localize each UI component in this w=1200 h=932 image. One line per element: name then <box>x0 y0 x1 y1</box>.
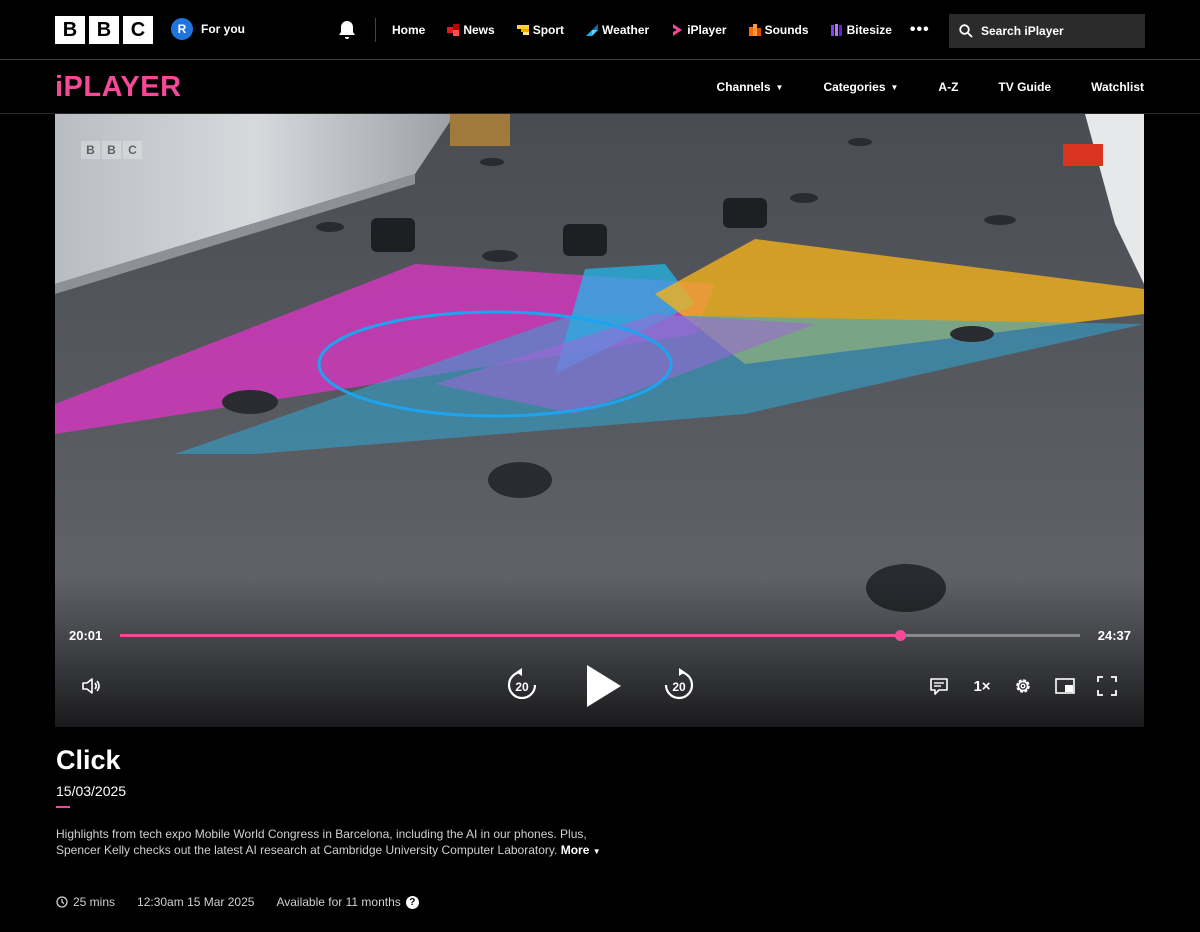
programme-meta: 25 mins 12:30am 15 Mar 2025 Available fo… <box>56 895 441 909</box>
settings-button[interactable] <box>1011 674 1035 698</box>
rewind-20-button[interactable]: 20 <box>504 667 540 703</box>
bbc-logo-block: B <box>55 16 85 44</box>
progress-fill <box>120 634 901 637</box>
nav-item-iplayer[interactable]: iPlayer <box>671 23 727 37</box>
nav-a-z[interactable]: A-Z <box>938 80 958 94</box>
current-time: 20:01 <box>69 628 103 643</box>
video-player[interactable]: B B C 20:01 24:37 20 20 1× <box>55 114 1144 727</box>
iplayer-nav: Channels ▼ Categories ▼ A-Z TV Guide Wat… <box>717 60 1144 114</box>
nav-categories-dropdown[interactable]: Categories ▼ <box>823 80 898 94</box>
play-icon <box>587 665 621 707</box>
programme-title: Click <box>56 745 121 775</box>
broadcast-text: 12:30am 15 Mar 2025 <box>137 895 255 909</box>
progress-bar[interactable] <box>120 630 1080 641</box>
forward-seconds: 20 <box>672 680 686 694</box>
subtitles-icon <box>930 678 948 695</box>
subtitles-button[interactable] <box>927 674 951 698</box>
bbc-logo-block: C <box>123 16 153 44</box>
nav-item-home[interactable]: Home <box>392 23 425 37</box>
watermark-block: B <box>81 141 100 159</box>
nav-item-news[interactable]: News <box>447 23 495 37</box>
caret-down-icon: ▼ <box>775 82 784 92</box>
nav-item-weather[interactable]: Weather <box>586 23 649 37</box>
for-you-label: For you <box>201 22 245 36</box>
nav-item-label: TV Guide <box>998 80 1052 94</box>
gear-icon <box>1016 679 1030 693</box>
meta-availability: Available for 11 months ? <box>276 895 419 909</box>
nav-item-label: Weather <box>602 23 650 37</box>
clock-icon <box>56 896 68 908</box>
duration: 24:37 <box>1097 628 1131 643</box>
picture-in-picture-button[interactable] <box>1053 674 1077 698</box>
account-for-you-link[interactable]: R For you <box>171 18 245 40</box>
nav-item-label: Sounds <box>764 23 809 37</box>
nav-item-label: Watchlist <box>1091 80 1144 94</box>
weather-icon <box>586 24 599 36</box>
nav-item-label: Bitesize <box>846 23 892 37</box>
more-menu-button[interactable]: ••• <box>910 21 930 39</box>
nav-watchlist[interactable]: Watchlist <box>1091 80 1144 94</box>
volume-button[interactable] <box>79 674 103 698</box>
nav-item-sounds[interactable]: Sounds <box>748 23 809 37</box>
picture-in-picture-icon <box>1055 678 1075 694</box>
meta-duration: 25 mins <box>56 895 115 909</box>
watermark-block: B <box>102 141 121 159</box>
search-box[interactable] <box>949 14 1145 48</box>
availability-text: Available for 11 months <box>276 895 401 909</box>
fullscreen-icon <box>1097 676 1117 696</box>
forward-20-button[interactable]: 20 <box>661 667 697 703</box>
nav-item-bitesize[interactable]: Bitesize <box>830 23 892 37</box>
playback-speed-button[interactable]: 1× <box>967 674 997 698</box>
sounds-icon <box>748 24 761 36</box>
search-input[interactable] <box>981 24 1131 38</box>
synopsis-text: Highlights from tech expo Mobile World C… <box>56 827 587 857</box>
programme-synopsis: Highlights from tech expo Mobile World C… <box>56 826 616 860</box>
rewind-seconds: 20 <box>515 680 529 694</box>
nav-item-label: Categories <box>823 80 886 94</box>
bbc-global-header: B B C R For you Home News Sport Weather … <box>0 0 1200 60</box>
nav-item-label: Sport <box>532 23 565 37</box>
avatar: R <box>171 18 193 40</box>
help-icon[interactable]: ? <box>405 895 419 909</box>
nav-divider <box>375 18 376 42</box>
nav-item-label: iPlayer <box>687 23 727 37</box>
search-icon <box>959 24 973 38</box>
speaker-icon <box>82 678 100 694</box>
meta-broadcast: 12:30am 15 Mar 2025 <box>137 895 254 909</box>
nav-item-sport[interactable]: Sport <box>516 23 565 37</box>
nav-tv-guide[interactable]: TV Guide <box>998 80 1051 94</box>
nav-item-label: Home <box>392 23 426 37</box>
play-button[interactable] <box>581 662 625 710</box>
nav-item-label: News <box>463 23 495 37</box>
bbc-global-nav: Home News Sport Weather iPlayer Sounds B… <box>392 0 952 60</box>
caret-down-icon: ▼ <box>592 847 601 856</box>
duration-text: 25 mins <box>73 895 116 909</box>
caret-down-icon: ▼ <box>890 82 899 92</box>
iplayer-header: iPLAYER Channels ▼ Categories ▼ A-Z TV G… <box>0 60 1200 114</box>
sport-icon <box>516 24 529 36</box>
bbc-watermark: B B C <box>81 141 142 159</box>
news-icon <box>447 24 460 36</box>
date-underline <box>56 806 70 808</box>
bbc-logo-block: B <box>89 16 119 44</box>
iplayer-logo[interactable]: iPLAYER <box>55 71 182 104</box>
bitesize-icon <box>830 24 843 36</box>
more-label: More <box>560 843 590 857</box>
nav-channels-dropdown[interactable]: Channels ▼ <box>717 80 784 94</box>
notifications-bell-icon[interactable] <box>335 18 359 42</box>
iplayer-icon <box>671 24 683 36</box>
nav-item-label: A-Z <box>938 80 959 94</box>
programme-date: 15/03/2025 <box>56 783 127 799</box>
watermark-block: C <box>123 141 142 159</box>
fullscreen-button[interactable] <box>1095 674 1119 698</box>
bbc-logo[interactable]: B B C <box>55 16 153 44</box>
more-button[interactable]: More ▼ <box>561 843 601 857</box>
nav-item-label: Channels <box>716 80 771 94</box>
